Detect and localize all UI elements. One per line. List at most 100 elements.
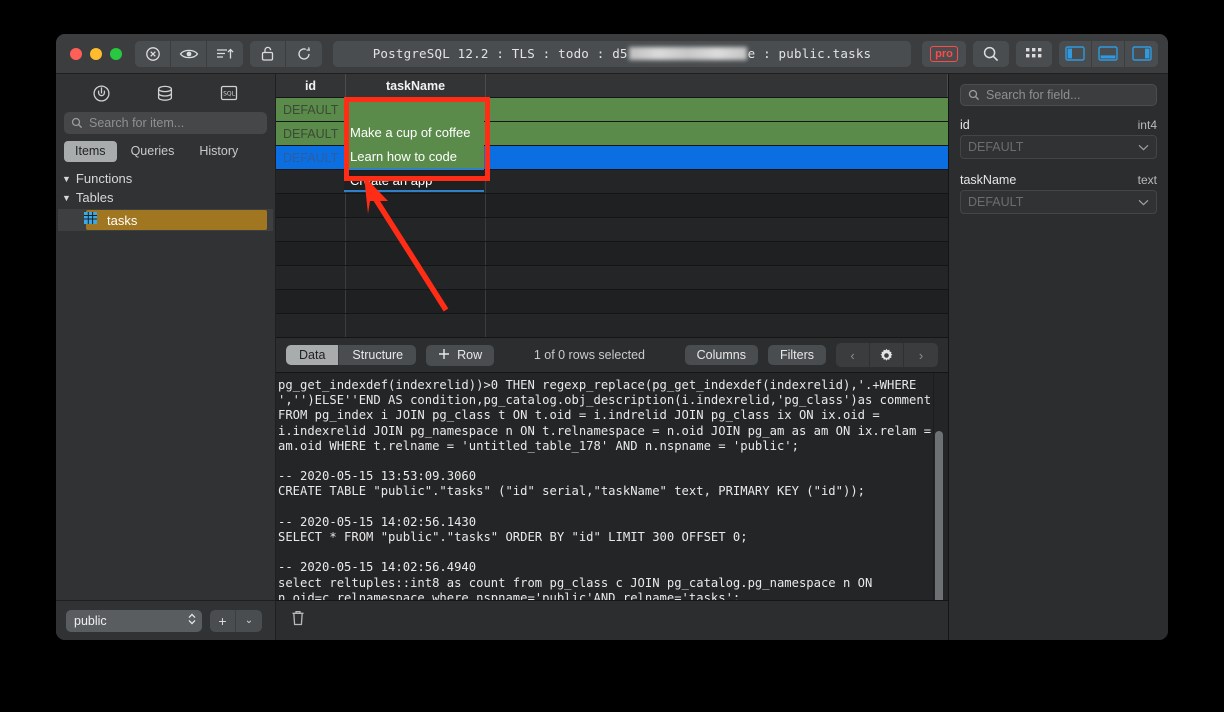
table-row-empty[interactable] bbox=[276, 194, 948, 218]
field-value-text: DEFAULT bbox=[968, 195, 1024, 209]
table-row-empty[interactable] bbox=[276, 218, 948, 242]
table-row-empty[interactable] bbox=[276, 266, 948, 290]
cell-id bbox=[276, 218, 346, 241]
log-scrollbar-thumb[interactable] bbox=[935, 431, 943, 600]
sidebar-item-tasks[interactable]: tasks bbox=[58, 209, 273, 231]
autocomplete-option-highlighted[interactable]: Create an app bbox=[344, 168, 484, 192]
sidebar-bottom-bar: public + ⌄ bbox=[56, 600, 275, 640]
search-icon[interactable] bbox=[973, 40, 1009, 67]
field-value-id[interactable]: DEFAULT bbox=[960, 135, 1157, 159]
field-type: text bbox=[1137, 173, 1157, 187]
tree-group-label: Functions bbox=[75, 171, 133, 186]
field-search-placeholder: Search for field... bbox=[986, 88, 1081, 102]
field-name: taskName bbox=[960, 173, 1017, 187]
cancel-icon[interactable] bbox=[135, 40, 171, 67]
sql-icon[interactable]: SQL bbox=[215, 81, 243, 105]
cell-taskname bbox=[346, 290, 486, 313]
autocomplete-option[interactable]: Make a cup of coffee bbox=[344, 120, 484, 144]
field-search-input[interactable]: Search for field... bbox=[960, 84, 1157, 106]
field-inspector: Search for field... id int4 DEFAULT task… bbox=[948, 74, 1168, 640]
autocomplete-popup: Make a cup of coffee Learn how to code C… bbox=[344, 120, 484, 192]
sidebar-tab-items[interactable]: Items bbox=[64, 141, 117, 162]
add-object-button[interactable]: + bbox=[210, 609, 236, 632]
cell-filler bbox=[486, 266, 948, 289]
toolbar-grid-group bbox=[1016, 40, 1052, 67]
cell-id bbox=[276, 242, 346, 265]
grid-icon[interactable] bbox=[1016, 40, 1052, 67]
cell-id bbox=[276, 194, 346, 217]
column-header-id[interactable]: id bbox=[276, 74, 346, 97]
table-row-empty[interactable] bbox=[276, 314, 948, 337]
autocomplete-option[interactable]: Learn how to code bbox=[344, 144, 484, 168]
cell-taskname bbox=[346, 218, 486, 241]
cell-filler bbox=[486, 314, 948, 337]
panel-toggle-group bbox=[1059, 40, 1158, 67]
tree-group-functions[interactable]: ▼ Functions bbox=[56, 169, 275, 188]
minimize-window-button[interactable] bbox=[90, 47, 102, 60]
stepper-icon bbox=[187, 611, 197, 630]
traffic-lights bbox=[66, 47, 128, 60]
sidebar-tab-queries[interactable]: Queries bbox=[120, 141, 186, 162]
cell-id[interactable]: DEFAULT bbox=[276, 98, 346, 121]
chevron-down-icon: ▼ bbox=[62, 173, 71, 184]
cell-taskname[interactable] bbox=[346, 98, 486, 121]
chevron-down-icon[interactable]: ⌄ bbox=[236, 610, 262, 632]
trash-icon[interactable] bbox=[290, 609, 306, 632]
right-panel-icon[interactable] bbox=[1125, 40, 1158, 67]
cell-filler bbox=[486, 194, 948, 217]
title-bar: PostgreSQL 12.2 : TLS : todo : d5 e : pub… bbox=[56, 34, 1168, 74]
sort-lines-icon[interactable] bbox=[207, 40, 243, 67]
center-pane: id taskName DEFAULT DEFAULT DEFAULT Make… bbox=[276, 74, 948, 640]
log-scrollbar-track[interactable] bbox=[933, 373, 946, 600]
chevron-right-icon[interactable]: › bbox=[904, 343, 938, 367]
cell-filler bbox=[486, 122, 948, 145]
zoom-window-button[interactable] bbox=[110, 47, 122, 60]
search-icon bbox=[968, 89, 980, 101]
sidebar-tab-history[interactable]: History bbox=[188, 141, 249, 162]
table-row-empty[interactable] bbox=[276, 242, 948, 266]
add-row-button[interactable]: Row bbox=[426, 344, 495, 366]
tree-group-tables[interactable]: ▼ Tables bbox=[56, 188, 275, 207]
field-name: id bbox=[960, 118, 970, 132]
eye-icon[interactable] bbox=[171, 40, 207, 67]
unlock-icon[interactable] bbox=[250, 40, 286, 67]
schema-select[interactable]: public bbox=[66, 609, 202, 632]
view-mode-segmented-control: Data Structure bbox=[286, 345, 417, 365]
column-header-filler bbox=[486, 74, 948, 97]
columns-button[interactable]: Columns bbox=[684, 345, 758, 365]
grid-header: id taskName bbox=[276, 74, 948, 98]
field-value-taskname[interactable]: DEFAULT bbox=[960, 190, 1157, 214]
close-window-button[interactable] bbox=[70, 47, 82, 60]
tab-data[interactable]: Data bbox=[286, 345, 340, 365]
sidebar: SQL Search for item... Items Queries His… bbox=[56, 74, 276, 640]
field-value-text: DEFAULT bbox=[968, 140, 1024, 154]
sidebar-tree: ▼ Functions ▼ Tables tasks bbox=[56, 166, 275, 600]
sql-log-panel: pg_get_indexdef(indexrelid))>0 THEN rege… bbox=[276, 373, 948, 600]
table-row[interactable]: DEFAULT bbox=[276, 98, 948, 122]
bottom-panel-icon[interactable] bbox=[1092, 40, 1125, 67]
cell-id bbox=[276, 314, 346, 337]
cell-id[interactable]: DEFAULT bbox=[276, 122, 346, 145]
sidebar-search-input[interactable]: Search for item... bbox=[64, 112, 267, 134]
cell-filler bbox=[486, 290, 948, 313]
field-label-row: id int4 bbox=[960, 118, 1157, 132]
app-window: PostgreSQL 12.2 : TLS : todo : d5 e : pub… bbox=[56, 34, 1168, 640]
cell-id[interactable]: DEFAULT bbox=[276, 146, 346, 169]
connection-icon[interactable] bbox=[88, 81, 116, 105]
filters-button[interactable]: Filters bbox=[767, 345, 827, 365]
gear-icon[interactable] bbox=[870, 343, 905, 367]
refresh-icon[interactable] bbox=[286, 40, 322, 67]
column-header-taskname[interactable]: taskName bbox=[346, 74, 486, 97]
table-icon bbox=[84, 211, 97, 229]
table-row-empty[interactable] bbox=[276, 290, 948, 314]
field-type: int4 bbox=[1137, 118, 1157, 132]
tab-structure[interactable]: Structure bbox=[339, 345, 417, 365]
cell-filler bbox=[486, 218, 948, 241]
database-icon[interactable] bbox=[151, 81, 179, 105]
cell-taskname bbox=[346, 242, 486, 265]
chevron-left-icon[interactable]: ‹ bbox=[836, 343, 871, 367]
left-panel-icon[interactable] bbox=[1059, 40, 1092, 67]
cell-id bbox=[276, 290, 346, 313]
chevron-down-icon: ▼ bbox=[62, 192, 71, 203]
toolbar-lock-group bbox=[250, 40, 322, 67]
